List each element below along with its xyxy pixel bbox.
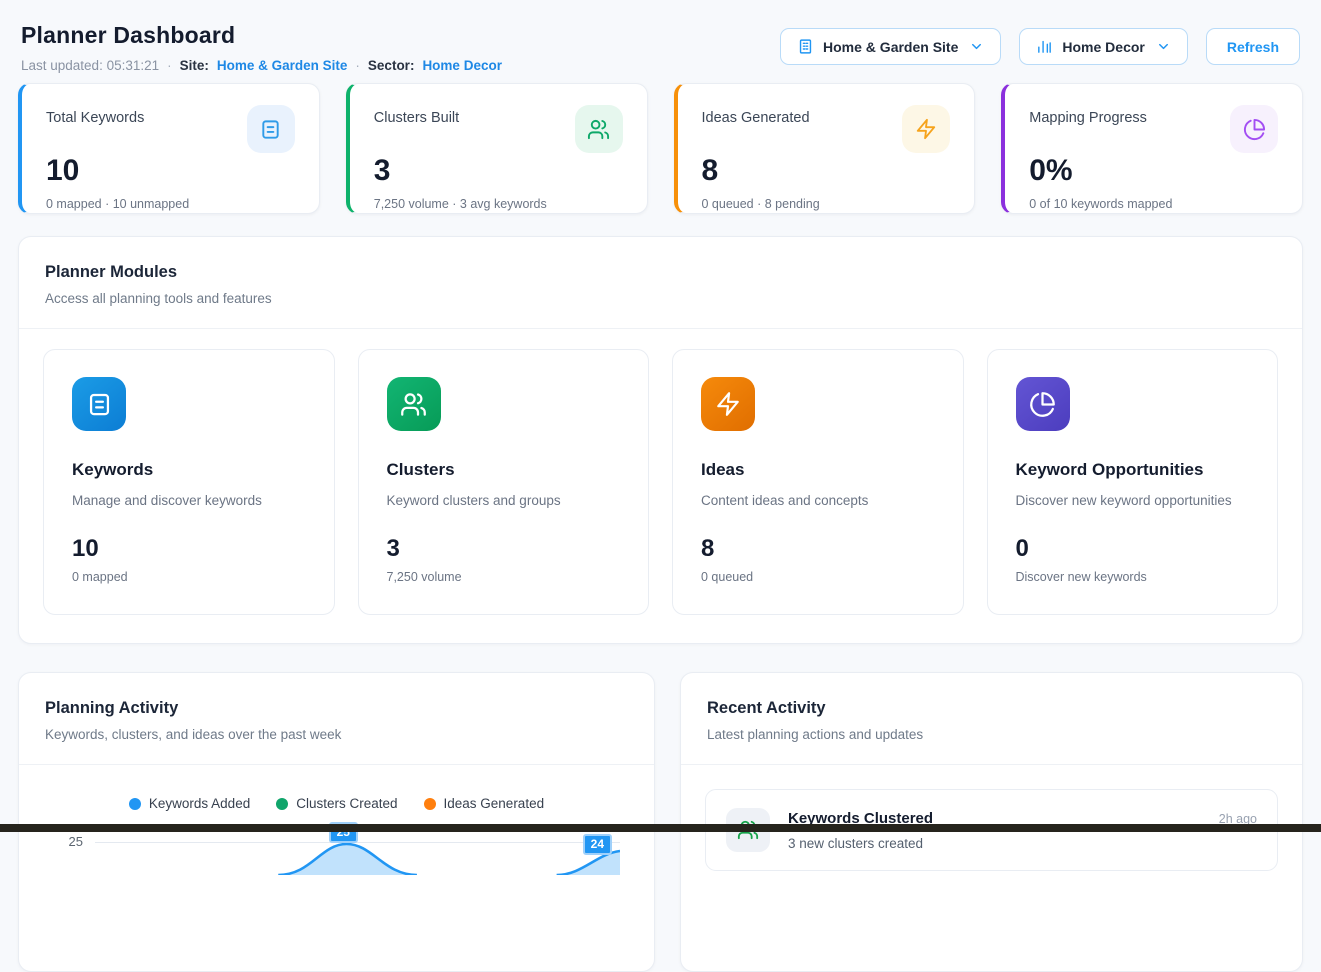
lightning-icon — [701, 377, 755, 431]
legend-item-keywords-added[interactable]: Keywords Added — [129, 796, 250, 811]
stats-row: Total Keywords 10 0 mapped · 10 unmapped… — [18, 83, 1303, 214]
stat-value: 3 — [374, 154, 623, 188]
activity-chart: 25 25 24 — [19, 811, 654, 875]
legend-label: Ideas Generated — [444, 796, 545, 811]
meta-separator: · — [167, 58, 172, 73]
stat-label: Clusters Built — [374, 105, 459, 126]
divider — [19, 764, 654, 765]
planner-modules-panel: Planner Modules Access all planning tool… — [18, 236, 1303, 644]
stat-label: Total Keywords — [46, 105, 144, 126]
module-description: Manage and discover keywords — [72, 493, 306, 508]
site-selector-value: Home & Garden Site — [823, 39, 958, 55]
module-sub: 7,250 volume — [387, 570, 621, 584]
stat-sub: 0 of 10 keywords mapped — [1029, 197, 1278, 211]
module-description: Discover new keyword opportunities — [1016, 493, 1250, 508]
stat-card-total-keywords: Total Keywords 10 0 mapped · 10 unmapped — [18, 83, 320, 214]
users-icon — [387, 377, 441, 431]
bottom-edge-bar — [0, 824, 1321, 832]
y-axis-tick: 25 — [57, 834, 83, 850]
pie-chart-icon — [1016, 377, 1070, 431]
legend-dot-icon — [424, 798, 436, 810]
module-card-keyword-opportunities[interactable]: Keyword Opportunities Discover new keywo… — [987, 349, 1279, 615]
module-card-clusters[interactable]: Clusters Keyword clusters and groups 3 7… — [358, 349, 650, 615]
page-header: Planner Dashboard Last updated: 05:31:21… — [18, 0, 1303, 83]
stat-card-mapping-progress: Mapping Progress 0% 0 of 10 keywords map… — [1001, 83, 1303, 214]
module-value: 3 — [387, 535, 621, 563]
legend-label: Clusters Created — [296, 796, 397, 811]
recent-activity-panel: Recent Activity Latest planning actions … — [680, 672, 1303, 972]
page-meta: Last updated: 05:31:21 · Site: Home & Ga… — [21, 58, 502, 73]
page-title: Planner Dashboard — [21, 22, 502, 49]
stat-label: Ideas Generated — [702, 105, 810, 126]
module-card-keywords[interactable]: Keywords Manage and discover keywords 10… — [43, 349, 335, 615]
module-title: Clusters — [387, 460, 621, 480]
module-value: 10 — [72, 535, 306, 563]
module-sub: 0 mapped — [72, 570, 306, 584]
module-value: 8 — [701, 535, 935, 563]
data-point-label: 24 — [583, 834, 612, 855]
stat-card-ideas-generated: Ideas Generated 8 0 queued · 8 pending — [674, 83, 976, 214]
stat-label: Mapping Progress — [1029, 105, 1147, 126]
site-selector-dropdown[interactable]: Home & Garden Site — [780, 28, 1001, 65]
stat-value: 10 — [46, 154, 295, 188]
chart-legend: Keywords Added Clusters Created Ideas Ge… — [19, 796, 654, 811]
stat-sub: 7,250 volume · 3 avg keywords — [374, 197, 623, 211]
sector-selector-value: Home Decor — [1062, 39, 1144, 55]
legend-dot-icon — [276, 798, 288, 810]
activity-panel-title: Planning Activity — [45, 699, 628, 718]
lightning-icon — [902, 105, 950, 153]
legend-item-ideas-generated[interactable]: Ideas Generated — [424, 796, 545, 811]
modules-panel-title: Planner Modules — [45, 263, 1276, 282]
meta-separator: · — [355, 58, 360, 73]
modules-panel-subtitle: Access all planning tools and features — [45, 291, 1276, 306]
last-updated-text: Last updated: 05:31:21 — [21, 58, 159, 73]
recent-panel-title: Recent Activity — [707, 699, 1276, 718]
stat-card-clusters-built: Clusters Built 3 7,250 volume · 3 avg ke… — [346, 83, 648, 214]
chevron-down-icon — [969, 39, 984, 54]
module-card-ideas[interactable]: Ideas Content ideas and concepts 8 0 que… — [672, 349, 964, 615]
module-sub: 0 queued — [701, 570, 935, 584]
planning-activity-panel: Planning Activity Keywords, clusters, an… — [18, 672, 655, 972]
legend-item-clusters-created[interactable]: Clusters Created — [276, 796, 397, 811]
activity-item-description: 3 new clusters created — [788, 836, 1201, 851]
site-link[interactable]: Home & Garden Site — [217, 58, 348, 73]
bar-chart-icon — [1036, 38, 1053, 55]
file-lines-icon — [247, 105, 295, 153]
building-icon — [797, 38, 814, 55]
module-value: 0 — [1016, 535, 1250, 563]
users-icon — [575, 105, 623, 153]
module-title: Keywords — [72, 460, 306, 480]
site-label: Site: — [180, 58, 209, 73]
file-lines-icon — [72, 377, 126, 431]
stat-sub: 0 queued · 8 pending — [702, 197, 951, 211]
legend-dot-icon — [129, 798, 141, 810]
module-description: Content ideas and concepts — [701, 493, 935, 508]
module-title: Ideas — [701, 460, 935, 480]
stat-value: 0% — [1029, 154, 1278, 188]
pie-chart-icon — [1230, 105, 1278, 153]
sector-selector-dropdown[interactable]: Home Decor — [1019, 28, 1187, 65]
sector-label: Sector: — [368, 58, 415, 73]
stat-sub: 0 mapped · 10 unmapped — [46, 197, 295, 211]
legend-label: Keywords Added — [149, 796, 250, 811]
module-description: Keyword clusters and groups — [387, 493, 621, 508]
module-sub: Discover new keywords — [1016, 570, 1250, 584]
refresh-button[interactable]: Refresh — [1206, 28, 1300, 65]
stat-value: 8 — [702, 154, 951, 188]
activity-panel-subtitle: Keywords, clusters, and ideas over the p… — [45, 727, 628, 742]
module-title: Keyword Opportunities — [1016, 460, 1250, 480]
sector-link[interactable]: Home Decor — [422, 58, 502, 73]
recent-panel-subtitle: Latest planning actions and updates — [707, 727, 1276, 742]
chevron-down-icon — [1156, 39, 1171, 54]
